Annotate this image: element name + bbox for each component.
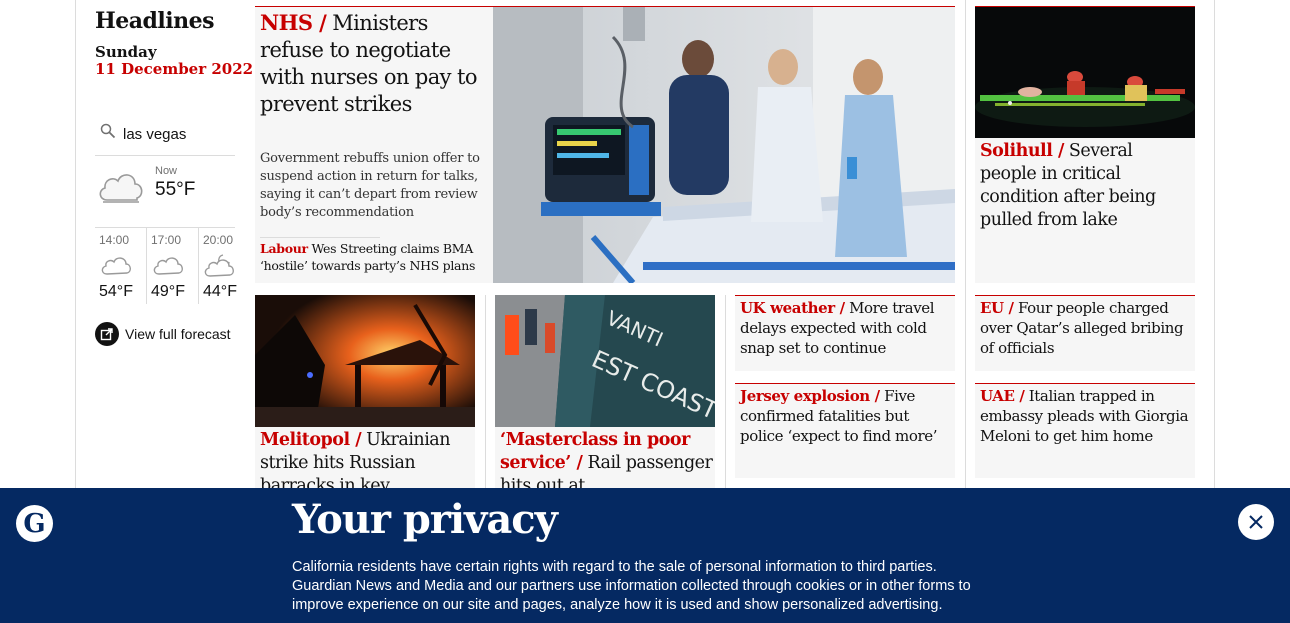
main-story-card[interactable]: NHS / Ministers refuse to negotiate with… <box>255 6 955 283</box>
sublink-kicker: Labour <box>260 241 308 256</box>
avanti-story-card[interactable]: VANTI EST COAST ‘Masterclass in poor ser… <box>495 295 715 496</box>
search-icon <box>100 123 116 139</box>
melitopol-kicker: Melitopol / <box>260 430 362 450</box>
date-full: 11 December 2022 <box>95 60 254 78</box>
solihull-kicker: Solihull / <box>980 141 1064 161</box>
solihull-story-card[interactable]: Solihull / Several people in critical co… <box>975 6 1195 283</box>
forecast-item: 20:00 44°F <box>198 228 248 304</box>
uae-story-card[interactable]: UAE / Italian trapped in embassy pleads … <box>975 383 1195 478</box>
jersey-headline[interactable]: Jersey explosion / Five confirmed fatali… <box>740 386 954 446</box>
privacy-body: California residents have certain rights… <box>292 559 971 613</box>
column-divider <box>965 0 966 488</box>
external-link-icon <box>95 322 119 346</box>
uae-kicker: UAE / <box>980 387 1025 405</box>
fire-photo[interactable] <box>255 295 475 427</box>
jersey-story-card[interactable]: Jersey explosion / Five confirmed fatali… <box>735 383 955 478</box>
date-day: Sunday <box>95 43 157 61</box>
partly-cloudy-night-icon <box>204 254 234 277</box>
forecast-time: 14:00 <box>99 233 130 247</box>
forecast-temp: 49°F <box>151 283 185 300</box>
column-divider <box>725 295 726 488</box>
privacy-banner: G Your privacy California residents have… <box>0 488 1290 623</box>
eu-story-card[interactable]: EU / Four people charged over Qatar’s al… <box>975 295 1195 371</box>
forecast-item: 17:00 49°F <box>146 228 196 304</box>
now-temp: 55°F <box>155 179 196 200</box>
jersey-kicker: Jersey explosion / <box>740 387 880 405</box>
eu-headline[interactable]: EU / Four people charged over Qatar’s al… <box>980 298 1194 358</box>
uk-weather-story-card[interactable]: UK weather / More travel delays expected… <box>735 295 955 371</box>
headlines-title: Headlines <box>95 8 215 34</box>
cloud-icon <box>99 174 143 203</box>
eu-kicker: EU / <box>980 299 1014 317</box>
close-icon <box>1249 515 1263 529</box>
forecast-temp: 54°F <box>99 283 133 300</box>
hospital-photo[interactable] <box>493 7 955 283</box>
weather-now: Now 55°F <box>95 160 235 228</box>
guardian-logo: G <box>16 505 53 542</box>
main-kicker: NHS / <box>260 10 327 35</box>
main-sublink[interactable]: Labour Wes Streeting claims BMA ‘hostile… <box>260 240 490 274</box>
cloud-icon <box>153 257 183 275</box>
privacy-title: Your privacy <box>292 496 558 543</box>
lake-rescue-photo[interactable] <box>975 7 1195 138</box>
forecast-time: 20:00 <box>203 233 234 247</box>
melitopol-story-card[interactable]: Melitopol / Ukrainian strike hits Russia… <box>255 295 475 496</box>
forecast-time: 17:00 <box>151 233 182 247</box>
forecast: 14:00 54°F 17:00 49°F 20:00 44°F <box>95 228 240 306</box>
weather-location-search[interactable]: las vegas <box>95 118 235 156</box>
train-photo[interactable]: VANTI EST COAST <box>495 295 715 427</box>
cloud-icon <box>101 257 131 275</box>
now-label: Now <box>155 165 178 177</box>
main-headline[interactable]: NHS / Ministers refuse to negotiate with… <box>260 9 490 118</box>
close-button[interactable] <box>1238 504 1274 540</box>
forecast-item: 14:00 54°F <box>95 228 145 304</box>
uk-weather-headline[interactable]: UK weather / More travel delays expected… <box>740 298 954 358</box>
view-forecast-label: View full forecast <box>125 326 231 342</box>
main-standfirst: Government rebuffs union offer to suspen… <box>260 151 480 220</box>
view-forecast-link[interactable]: View full forecast <box>95 321 231 347</box>
uk-weather-kicker: UK weather / <box>740 299 845 317</box>
uae-headline[interactable]: UAE / Italian trapped in embassy pleads … <box>980 386 1194 446</box>
solihull-headline[interactable]: Solihull / Several people in critical co… <box>980 140 1192 232</box>
sublink-rule <box>260 237 380 238</box>
column-divider <box>485 295 486 488</box>
location-text: las vegas <box>123 126 187 143</box>
forecast-temp: 44°F <box>203 283 237 300</box>
